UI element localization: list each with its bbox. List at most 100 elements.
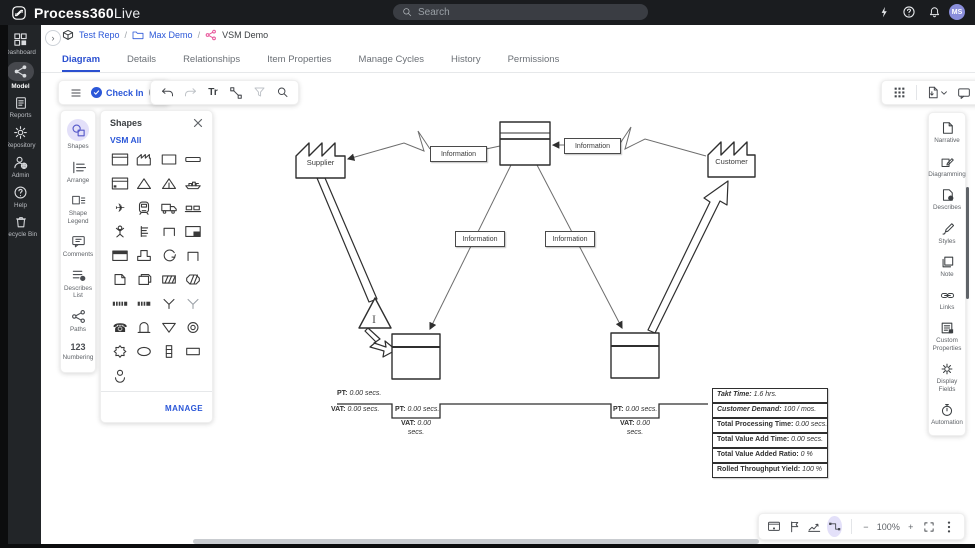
quick-actions-button[interactable] [874,2,894,22]
tab-item-properties[interactable]: Item Properties [267,54,331,72]
shape-airplane[interactable]: ✈ [108,200,132,215]
tab-permissions[interactable]: Permissions [508,54,560,72]
fullscreen-button[interactable] [922,517,936,537]
information-box-3[interactable]: Information [455,231,505,247]
shape-antenna[interactable] [157,296,181,311]
shape-antenna-light[interactable] [181,296,205,311]
shape-rectangle[interactable] [157,152,181,167]
vsm-metrics-table[interactable]: Takt Time: 1.6 hrs. Customer Demand: 100… [712,388,828,478]
avatar[interactable]: MS [949,4,965,20]
connector-tool-button[interactable] [226,83,246,103]
notifications-button[interactable] [924,2,944,22]
breadcrumb-folder[interactable]: Max Demo [149,30,193,40]
tool-shape-legend[interactable]: Shape Legend [60,193,96,225]
tool-automation[interactable]: Automation [928,403,966,427]
view-toolbar [881,80,975,105]
tool-describes[interactable]: Describes [928,188,966,212]
shape-operator[interactable] [108,368,132,383]
information-box-2[interactable]: Information [564,138,621,154]
shape-data-box[interactable] [108,248,132,263]
shape-kanban-post[interactable] [181,224,205,239]
manage-shapes-link[interactable]: MANAGE [165,404,203,413]
close-icon[interactable] [193,118,203,128]
shape-ship[interactable] [181,176,205,191]
shape-thin-rectangle[interactable] [181,152,205,167]
search-diagram-button[interactable] [272,83,292,103]
help-button[interactable] [899,2,919,22]
tool-comments[interactable]: Comments [60,234,96,259]
shape-fifo-lane[interactable] [157,344,181,359]
menu-button[interactable] [66,83,86,103]
collapse-panel-button[interactable]: › [45,30,61,46]
tab-diagram[interactable]: Diagram [62,54,100,72]
vertical-scrollbar[interactable] [966,187,969,299]
zoom-in-button[interactable]: + [906,517,916,537]
tab-details[interactable]: Details [127,54,156,72]
tool-display-fields[interactable]: Display Fields [928,362,966,393]
text-tool-button[interactable]: Tr [203,83,223,103]
tab-manage-cycles[interactable]: Manage Cycles [359,54,424,72]
shape-inverted-triangle[interactable] [157,320,181,335]
check-in-button[interactable]: Check In [91,87,144,98]
shape-push[interactable] [132,248,156,263]
shape-go-see[interactable] [157,224,181,239]
shape-train[interactable] [132,200,156,215]
shape-hatched-box[interactable] [157,272,181,287]
shape-process-box[interactable] [108,152,132,167]
shape-document-stack[interactable] [132,272,156,287]
shape-dock[interactable] [181,200,205,215]
shape-telephone[interactable]: ☎ [108,320,132,335]
grid-view-button[interactable] [889,83,909,103]
production-control-shape[interactable] [500,122,550,165]
information-box-1[interactable]: Information [430,146,487,162]
process-box-left[interactable] [392,334,440,379]
shape-operator-cheer[interactable] [108,224,132,239]
tool-note[interactable]: Note [928,255,966,279]
connector-style-button[interactable] [827,516,842,537]
shape-striped-bar-2[interactable] [132,296,156,311]
shape-striped-bar[interactable] [108,296,132,311]
tab-relationships[interactable]: Relationships [183,54,240,72]
tool-narrative[interactable]: Narrative [928,121,966,145]
shape-shared-process[interactable] [108,176,132,191]
redo-button[interactable] [180,83,200,103]
fit-view-button[interactable] [767,517,781,537]
shape-factory[interactable] [132,152,156,167]
shape-leveling[interactable] [132,224,156,239]
information-box-4[interactable]: Information [545,231,595,247]
process-box-right[interactable] [611,333,659,378]
tool-shapes[interactable]: Shapes [60,119,96,151]
more-options-button[interactable] [942,517,956,537]
tool-paths[interactable]: Paths [60,309,96,334]
search-input[interactable]: Search [393,4,648,20]
shape-withdrawal[interactable] [181,248,205,263]
tool-numbering[interactable]: 123 Numbering [60,342,96,362]
tool-styles[interactable]: Styles [928,222,966,246]
shape-buffer[interactable] [132,320,156,335]
chart-button[interactable] [807,517,821,537]
tool-arrange[interactable]: Arrange [60,160,96,185]
shapes-category-link[interactable]: VSM All [101,132,212,150]
tool-custom-properties[interactable]: Custom Properties [928,321,966,352]
filter-button[interactable] [249,83,269,103]
tool-describes-list[interactable]: Describes List [60,268,96,300]
export-button[interactable] [924,83,950,103]
comments-button[interactable] [954,83,974,103]
tab-history[interactable]: History [451,54,481,72]
shape-target[interactable] [181,320,205,335]
shape-kaizen-burst[interactable] [108,344,132,359]
shape-wide-rectangle[interactable] [181,344,205,359]
shape-truck[interactable] [157,200,181,215]
shape-safety-stock[interactable] [157,176,181,191]
undo-button[interactable] [157,83,177,103]
zoom-out-button[interactable]: − [861,517,871,537]
tool-links[interactable]: Links [928,289,966,312]
shape-cycle-arrow[interactable] [157,248,181,263]
milestone-button[interactable] [787,517,801,537]
tool-diagramming[interactable]: Diagramming [928,155,966,179]
shape-ellipse[interactable] [132,344,156,359]
shape-hatched-octagon[interactable] [181,272,205,287]
breadcrumb-repo[interactable]: Test Repo [79,30,120,40]
shape-document[interactable] [108,272,132,287]
shape-triangle[interactable] [132,176,156,191]
